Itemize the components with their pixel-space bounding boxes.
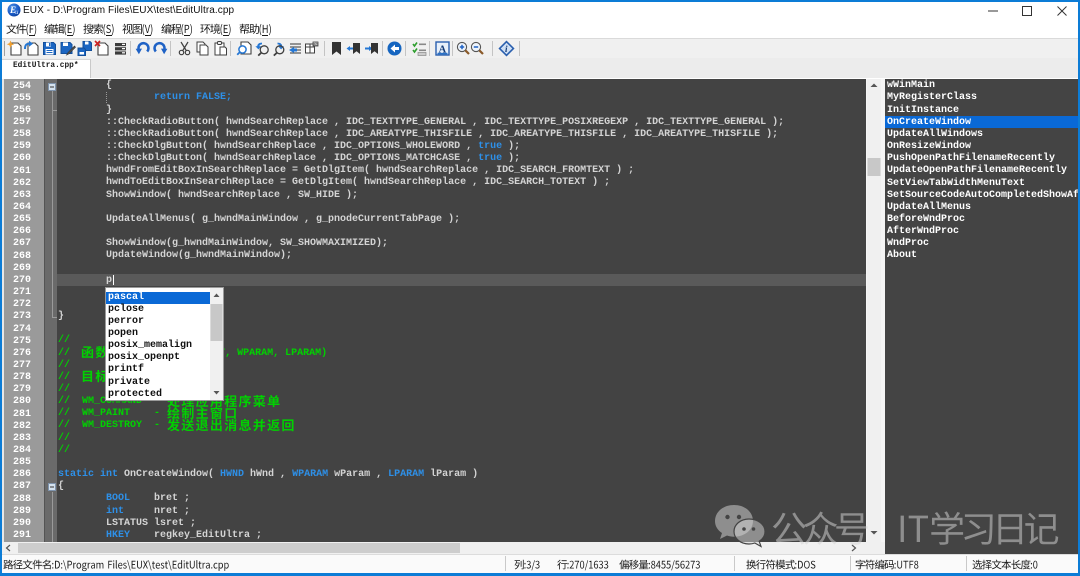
svg-text:u: u [15,8,19,16]
svg-text:ab: ab [313,42,319,47]
